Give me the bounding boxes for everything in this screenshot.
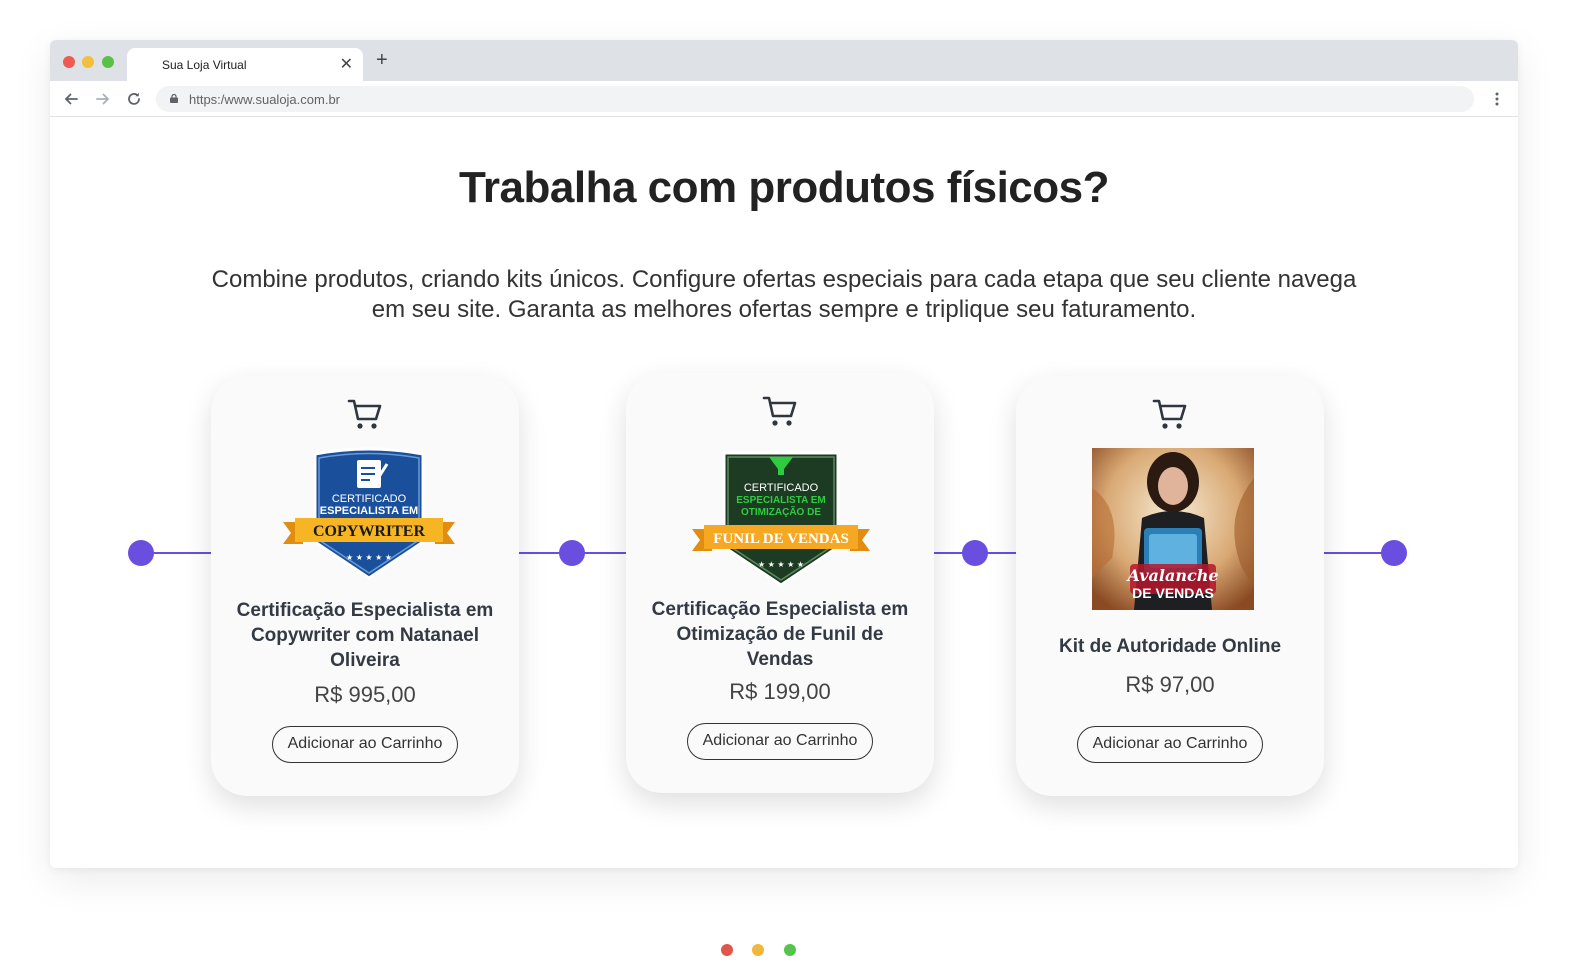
address-bar[interactable]: https:/www.sualoja.com.br: [156, 86, 1474, 112]
tab-title: Sua Loja Virtual: [162, 58, 247, 72]
product-price: R$ 995,00: [314, 682, 416, 707]
maximize-window-dot[interactable]: [102, 56, 114, 68]
timeline-node: [128, 540, 154, 566]
cart-icon[interactable]: [1152, 396, 1188, 432]
badge-line3: OTIMIZAÇÃO DE: [741, 505, 821, 518]
browser-toolbar: https:/www.sualoja.com.br: [50, 81, 1518, 117]
timeline-node: [559, 540, 585, 566]
product-title: Certificação Especialista em Copywriter …: [236, 600, 494, 671]
funnel-badge-image: CERTIFICADO ESPECIALISTA EM OTIMIZAÇÃO D…: [692, 451, 870, 587]
product-price: R$ 199,00: [729, 679, 831, 704]
url-text: https:/www.sualoja.com.br: [189, 92, 341, 107]
product-title: Certificação Especialista em Otimização …: [651, 599, 909, 670]
forward-icon[interactable]: [94, 90, 112, 108]
svg-text:★ ★ ★ ★ ★: ★ ★ ★ ★ ★: [346, 553, 392, 562]
timeline-node: [1381, 540, 1407, 566]
cover-logo-line2: DE VENDAS: [1132, 585, 1214, 601]
cart-icon[interactable]: [762, 393, 798, 429]
close-window-dot[interactable]: [63, 56, 75, 68]
pagination-dot[interactable]: [721, 944, 733, 956]
pagination-dot[interactable]: [752, 944, 764, 956]
tab-bar: Sua Loja Virtual ✕ +: [50, 40, 1518, 81]
page-subtitle: Combine produtos, criando kits únicos. C…: [211, 266, 1357, 323]
pagination-dot[interactable]: [784, 944, 796, 956]
product-price: R$ 97,00: [1125, 672, 1215, 697]
lock-icon: [170, 94, 178, 103]
browser-window: Sua Loja Virtual ✕ + https:/www.sualoja.…: [50, 40, 1518, 868]
product-title: Kit de Autoridade Online: [1058, 636, 1282, 657]
add-to-cart-button[interactable]: Adicionar ao Carrinho: [687, 723, 873, 760]
badge-line1: CERTIFICADO: [744, 482, 819, 494]
new-tab-icon[interactable]: +: [376, 50, 388, 70]
close-icon[interactable]: ✕: [340, 54, 353, 74]
cover-logo-line1: Avalanche: [1125, 566, 1218, 585]
cart-icon[interactable]: [347, 396, 383, 432]
page-title: Trabalha com produtos físicos?: [458, 163, 1110, 212]
browser-tab[interactable]: Sua Loja Virtual ✕: [127, 48, 363, 81]
badge-line2: ESPECIALISTA EM: [320, 505, 418, 517]
product-card: CERTIFICADO ESPECIALISTA EM COPYWRITER ★…: [211, 376, 519, 796]
kebab-menu-icon[interactable]: [1490, 90, 1504, 108]
add-to-cart-button[interactable]: Adicionar ao Carrinho: [272, 726, 458, 763]
badge-line1: CERTIFICADO: [332, 493, 407, 505]
badge-line2: ESPECIALISTA EM: [736, 495, 825, 506]
product-card: Avalanche DE VENDAS Kit de Autoridade On…: [1016, 376, 1324, 796]
product-card: CERTIFICADO ESPECIALISTA EM OTIMIZAÇÃO D…: [626, 373, 934, 793]
avalanche-cover-image: Avalanche DE VENDAS: [1092, 448, 1254, 610]
badge-ribbon: COPYWRITER: [313, 523, 425, 540]
reload-icon[interactable]: [125, 90, 143, 108]
timeline-node: [962, 540, 988, 566]
badge-ribbon: FUNIL DE VENDAS: [713, 531, 849, 547]
minimize-window-dot[interactable]: [82, 56, 94, 68]
back-icon[interactable]: [62, 90, 80, 108]
svg-text:★ ★ ★ ★ ★: ★ ★ ★ ★ ★: [758, 560, 804, 569]
add-to-cart-button[interactable]: Adicionar ao Carrinho: [1077, 726, 1263, 763]
copywriter-badge-image: CERTIFICADO ESPECIALISTA EM COPYWRITER ★…: [283, 447, 455, 580]
